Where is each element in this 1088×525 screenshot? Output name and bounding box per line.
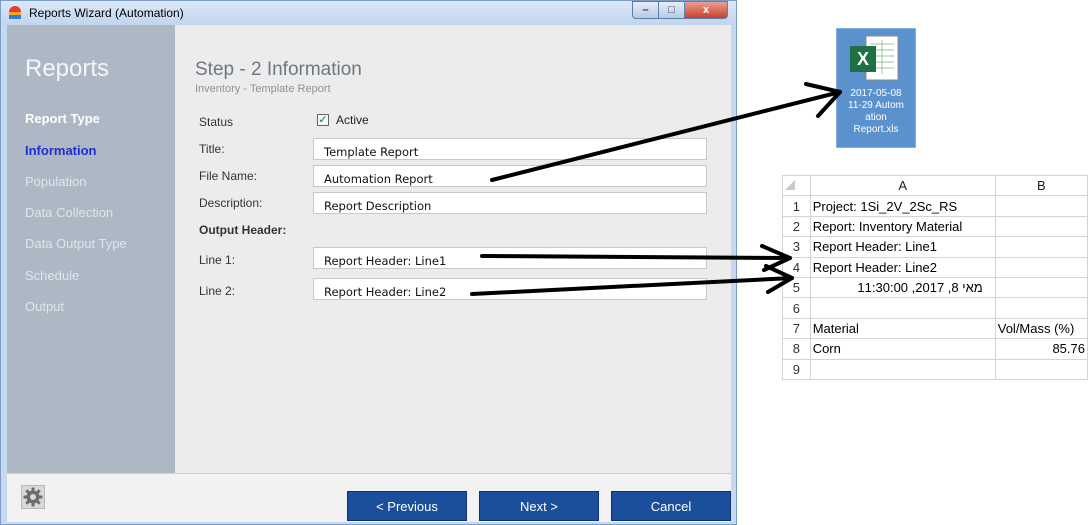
arrow-head [804,82,842,118]
nav-item-information[interactable]: Information [25,143,97,158]
output-header-label: Output Header: [199,223,287,237]
sheet-row: 6 [782,297,1088,319]
file-name-label: 2017-05-08 11-29 Autom ation Report.xls [838,88,914,136]
file-name-line: 2017-05-08 [850,88,902,99]
step-title: Step - 2 Information [195,59,362,80]
excel-file-desktop-icon[interactable]: X 2017-05-08 11-29 Autom ation Report.xl… [836,28,916,148]
cell[interactable]: Corn [809,338,996,360]
select-all-corner[interactable] [782,174,811,197]
line2-field[interactable]: Report Header: Line2 [313,278,707,300]
file-name-line: Report.xls [853,124,899,135]
row-header[interactable]: 9 [782,358,811,381]
title-label: Title: [199,142,225,156]
file-name-field[interactable]: Automation Report [313,165,707,187]
line2-label: Line 2: [199,284,236,298]
line1-field[interactable]: Report Header: Line1 [313,247,707,269]
svg-text:X: X [857,49,869,69]
window-title: Reports Wizard (Automation) [29,6,184,20]
status-label: Status [199,115,234,129]
sidebar-title: Reports [25,55,110,82]
cell[interactable]: Vol/Mass (%) [994,317,1088,340]
row-header[interactable]: 1 [782,195,811,217]
sheet-row: 8 Corn 85.76 [782,338,1088,360]
row-header[interactable]: 8 [782,338,811,360]
wizard-sidebar: Reports Report Type Information Populati… [7,25,175,473]
description-field[interactable]: Report Description [313,192,707,214]
cell[interactable] [809,358,996,381]
cell[interactable] [994,256,1088,278]
cell[interactable]: Report Header: Line2 [809,256,996,278]
row-header[interactable]: 3 [782,236,811,258]
close-button[interactable]: x [684,1,728,19]
corner-triangle-icon [785,180,795,191]
sheet-row: 9 [782,358,1088,381]
row-header[interactable]: 2 [782,215,811,238]
sheet-row: 7 Material Vol/Mass (%) [782,317,1088,340]
minimize-button[interactable]: – [632,1,658,19]
app-logo-icon [9,6,21,19]
gear-icon[interactable] [21,485,45,509]
row-header[interactable]: 7 [782,317,811,340]
cell[interactable] [994,297,1088,319]
cell[interactable]: Project: 1Si_2V_2Sc_RS [809,195,996,217]
cell[interactable]: Report: Inventory Material [809,215,996,238]
cell[interactable]: מאי 8, 2017, 11:30:00 [809,276,996,299]
title-field[interactable]: Template Report [313,138,707,160]
file-name-label: File Name: [199,169,258,183]
nav-item-schedule[interactable]: Schedule [25,268,79,283]
row-header[interactable]: 4 [782,256,811,278]
cell[interactable]: Report Header: Line1 [809,236,996,258]
reports-wizard-window: Reports Wizard (Automation) – □ x Report… [0,0,737,525]
active-checkbox[interactable]: ✓ [317,114,329,126]
cell[interactable] [809,297,996,319]
title-bar[interactable]: Reports Wizard (Automation) – □ x [1,1,736,25]
row-header[interactable]: 5 [782,276,811,299]
nav-item-output[interactable]: Output [25,299,64,314]
file-name-line: ation [865,112,887,123]
sheet-row: 1 Project: 1Si_2V_2Sc_RS [782,195,1088,217]
sheet-row: 2 Report: Inventory Material [782,215,1088,238]
step-subtitle: Inventory - Template Report [195,83,331,95]
cell[interactable] [994,358,1088,381]
nav-item-report-type[interactable]: Report Type [25,111,100,126]
file-name-line: 11-29 Autom [848,100,904,111]
wizard-footer: < Previous Next > Cancel [7,473,731,522]
previous-button[interactable]: < Previous [347,491,467,521]
sheet-row: 4 Report Header: Line2 [782,256,1088,278]
nav-item-data-collection[interactable]: Data Collection [25,205,113,220]
excel-icon: X [850,35,899,81]
cell[interactable]: 85.76 [994,338,1088,360]
sheet-row: 3 Report Header: Line1 [782,236,1088,258]
maximize-button[interactable]: □ [658,1,684,19]
cell[interactable] [994,215,1088,238]
row-header[interactable]: 6 [782,297,811,319]
spreadsheet-preview: A B 1 Project: 1Si_2V_2Sc_RS 2 Report: I… [782,174,1088,381]
nav-item-population[interactable]: Population [25,174,86,189]
column-header-a[interactable]: A [809,174,996,197]
cell[interactable] [994,276,1088,299]
sheet-row: 5 מאי 8, 2017, 11:30:00 [782,276,1088,299]
description-label: Description: [199,196,263,210]
line1-label: Line 1: [199,253,236,267]
next-button[interactable]: Next > [479,491,599,521]
wizard-content: Step - 2 Information Inventory - Templat… [175,25,731,473]
cell[interactable] [994,236,1088,258]
cell[interactable]: Material [809,317,996,340]
cancel-button[interactable]: Cancel [611,491,731,521]
cell[interactable] [994,195,1088,217]
nav-item-data-output-type[interactable]: Data Output Type [25,236,127,251]
column-header-b[interactable]: B [994,174,1088,197]
active-checkbox-label[interactable]: Active [336,113,369,127]
